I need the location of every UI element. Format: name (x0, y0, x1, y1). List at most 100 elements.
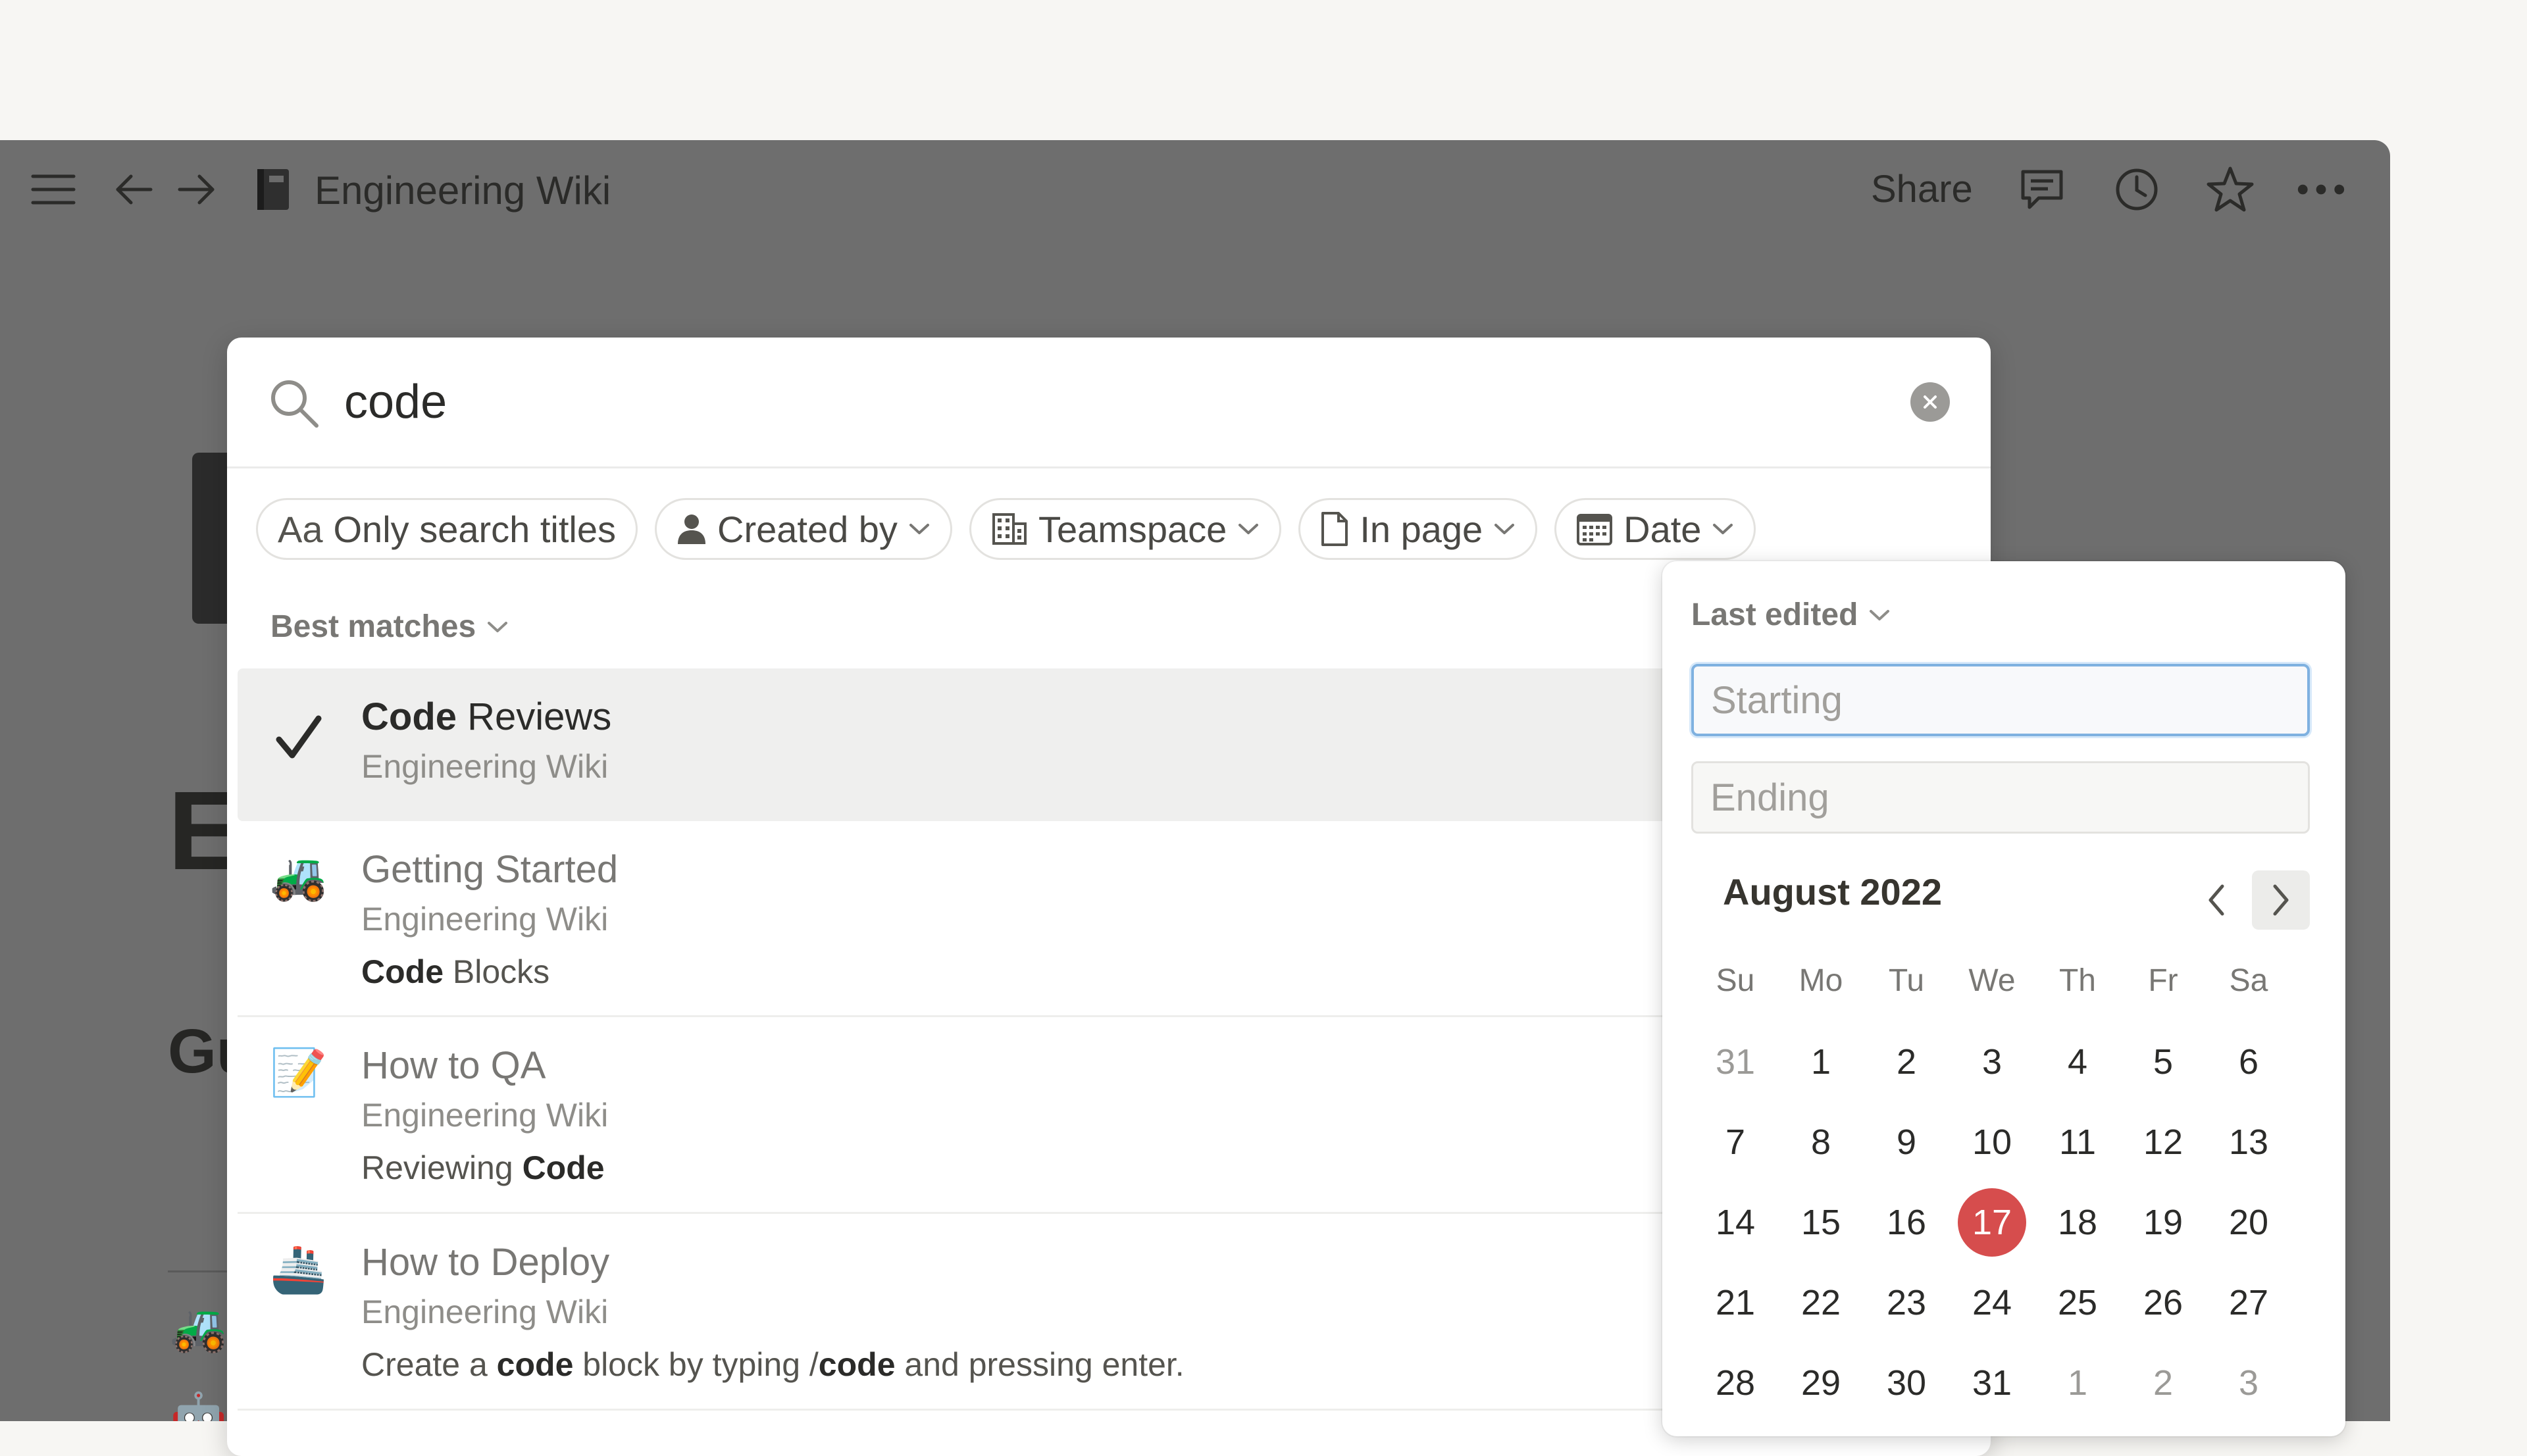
calendar-day[interactable]: 31 (1693, 1022, 1778, 1102)
calendar-day[interactable]: 5 (2120, 1022, 2206, 1102)
result-title: How to QA (361, 1044, 546, 1087)
calendar-day[interactable]: 2 (2120, 1343, 2206, 1423)
robot-icon: 🤖 (170, 1391, 228, 1421)
calendar-day-number: 31 (1715, 1042, 1756, 1082)
calendar-day[interactable]: 20 (2206, 1182, 2291, 1263)
calendar-day[interactable]: 11 (2035, 1102, 2120, 1182)
calendar-day[interactable]: 26 (2120, 1263, 2206, 1343)
star-icon[interactable] (2206, 165, 2255, 214)
share-button[interactable]: Share (1871, 166, 1973, 213)
calendar-day-number: 15 (1800, 1203, 1841, 1242)
calendar-day-today[interactable]: 17 (1949, 1182, 2035, 1263)
list-item[interactable]: 🚜 Getting Started Engineering Wiki Code … (238, 821, 1718, 1017)
page-title[interactable]: Engineering Wiki (315, 168, 611, 214)
comment-icon[interactable] (2018, 165, 2066, 214)
clear-search-icon[interactable] (1910, 382, 1950, 422)
clock-icon[interactable] (2112, 165, 2161, 214)
calendar-day[interactable]: 22 (1778, 1263, 1864, 1343)
date-mode-dropdown[interactable]: Last edited (1691, 597, 1891, 633)
result-title: Code Reviews (361, 695, 612, 738)
menu-icon[interactable] (29, 165, 78, 214)
calendar-day[interactable]: 21 (1693, 1263, 1778, 1343)
calendar-day[interactable]: 25 (2035, 1263, 2120, 1343)
ending-date-input[interactable] (1691, 761, 2310, 834)
calendar-grid: 31 1 2 3 4 5 6 7 8 9 10 11 12 13 14 15 16 17 18 19 20 21 22 23 2… (1693, 1022, 2293, 1423)
calendar-day-number: 10 (1972, 1122, 2012, 1162)
calendar-day[interactable]: 23 (1864, 1263, 1949, 1343)
calendar-day[interactable]: 28 (1693, 1343, 1778, 1423)
best-matches-toggle[interactable]: Best matches (270, 609, 509, 645)
list-item[interactable]: 🚢 How to Deploy Engineering Wiki Create … (238, 1214, 1718, 1411)
calendar-day[interactable]: 13 (2206, 1102, 2291, 1182)
calendar-day[interactable]: 7 (1693, 1102, 1778, 1182)
forward-arrow-icon[interactable] (172, 165, 221, 214)
calendar-day[interactable]: 29 (1778, 1343, 1864, 1423)
calendar-day-number: 8 (1810, 1122, 1831, 1162)
calendar-day[interactable]: 16 (1864, 1182, 1949, 1263)
calendar-day-number: 4 (2067, 1042, 2088, 1082)
calendar-day[interactable]: 2 (1864, 1022, 1949, 1102)
results-list: Code Reviews Engineering Wiki 🚜 Getting … (238, 668, 1718, 1411)
calendar-day[interactable]: 3 (1949, 1022, 2035, 1102)
filter-label: Created by (717, 508, 898, 550)
calendar-day-number: 2 (2153, 1363, 2174, 1403)
starting-date-input[interactable] (1691, 664, 2310, 736)
filter-only-titles[interactable]: Aa Only search titles (256, 498, 638, 560)
calendar-day-number: 18 (2057, 1203, 2098, 1242)
calendar-day[interactable]: 12 (2120, 1102, 2206, 1182)
calendar-day[interactable]: 3 (2206, 1343, 2291, 1423)
filter-teamspace[interactable]: Teamspace (969, 498, 1282, 560)
result-snippet: Create a code block by typing /code and … (361, 1346, 1185, 1383)
page-icon (1321, 512, 1348, 546)
search-input[interactable] (344, 370, 1858, 434)
calendar-day-number: 29 (1800, 1363, 1841, 1403)
calendar-day[interactable]: 14 (1693, 1182, 1778, 1263)
calendar-day-number: 1 (1810, 1042, 1831, 1082)
calendar-day-number: 7 (1725, 1122, 1746, 1162)
list-item[interactable]: 📝 How to QA Engineering Wiki Reviewing C… (238, 1017, 1718, 1214)
next-month-button[interactable] (2252, 870, 2310, 930)
search-icon (268, 377, 320, 430)
calendar-day[interactable]: 10 (1949, 1102, 2035, 1182)
filter-created-by[interactable]: Created by (655, 498, 952, 560)
calendar-day-number: 12 (2143, 1122, 2183, 1162)
filter-label: Teamspace (1038, 508, 1227, 550)
calendar-day-number: 5 (2153, 1042, 2174, 1082)
calendar-day[interactable]: 31 (1949, 1343, 2035, 1423)
calendar-day[interactable]: 24 (1949, 1263, 2035, 1343)
calendar-day[interactable]: 4 (2035, 1022, 2120, 1102)
calendar-day-number: 20 (2228, 1203, 2269, 1242)
calendar-day[interactable]: 30 (1864, 1343, 1949, 1423)
calendar-day-number: 22 (1800, 1283, 1841, 1322)
calendar-day[interactable]: 18 (2035, 1182, 2120, 1263)
calendar-day-number: 26 (2143, 1283, 2183, 1322)
calendar-day-number: 19 (2143, 1203, 2183, 1242)
back-arrow-icon[interactable] (109, 165, 158, 214)
previous-month-button[interactable] (2187, 870, 2245, 930)
result-title: Getting Started (361, 848, 619, 891)
list-item[interactable]: Code Reviews Engineering Wiki (238, 668, 1718, 821)
filter-date[interactable]: Date (1554, 498, 1756, 560)
calendar-day-number: 3 (2238, 1363, 2259, 1403)
calendar-day[interactable]: 19 (2120, 1182, 2206, 1263)
filter-in-page[interactable]: In page (1298, 498, 1538, 560)
calendar-day[interactable]: 1 (2035, 1343, 2120, 1423)
calendar-day[interactable]: 15 (1778, 1182, 1864, 1263)
calendar-day[interactable]: 6 (2206, 1022, 2291, 1102)
calendar-day[interactable]: 8 (1778, 1102, 1864, 1182)
calendar-day[interactable]: 9 (1864, 1102, 1949, 1182)
calendar-day[interactable]: 27 (2206, 1263, 2291, 1343)
calendar-day-number: 27 (2228, 1283, 2269, 1322)
chevron-left-icon (2208, 884, 2224, 916)
chevron-down-icon (1713, 524, 1733, 534)
checkmark-icon (269, 708, 328, 767)
filter-label: Only search titles (333, 508, 617, 550)
weekday-label: Mo (1799, 963, 1843, 998)
result-snippet: Code Blocks (361, 953, 550, 990)
calendar-day[interactable]: 1 (1778, 1022, 1864, 1102)
more-icon[interactable] (2297, 165, 2345, 214)
result-title: How to Deploy (361, 1241, 610, 1284)
book-icon (249, 165, 297, 214)
filter-label: In page (1360, 508, 1483, 550)
result-snippet: Reviewing Code (361, 1149, 605, 1186)
